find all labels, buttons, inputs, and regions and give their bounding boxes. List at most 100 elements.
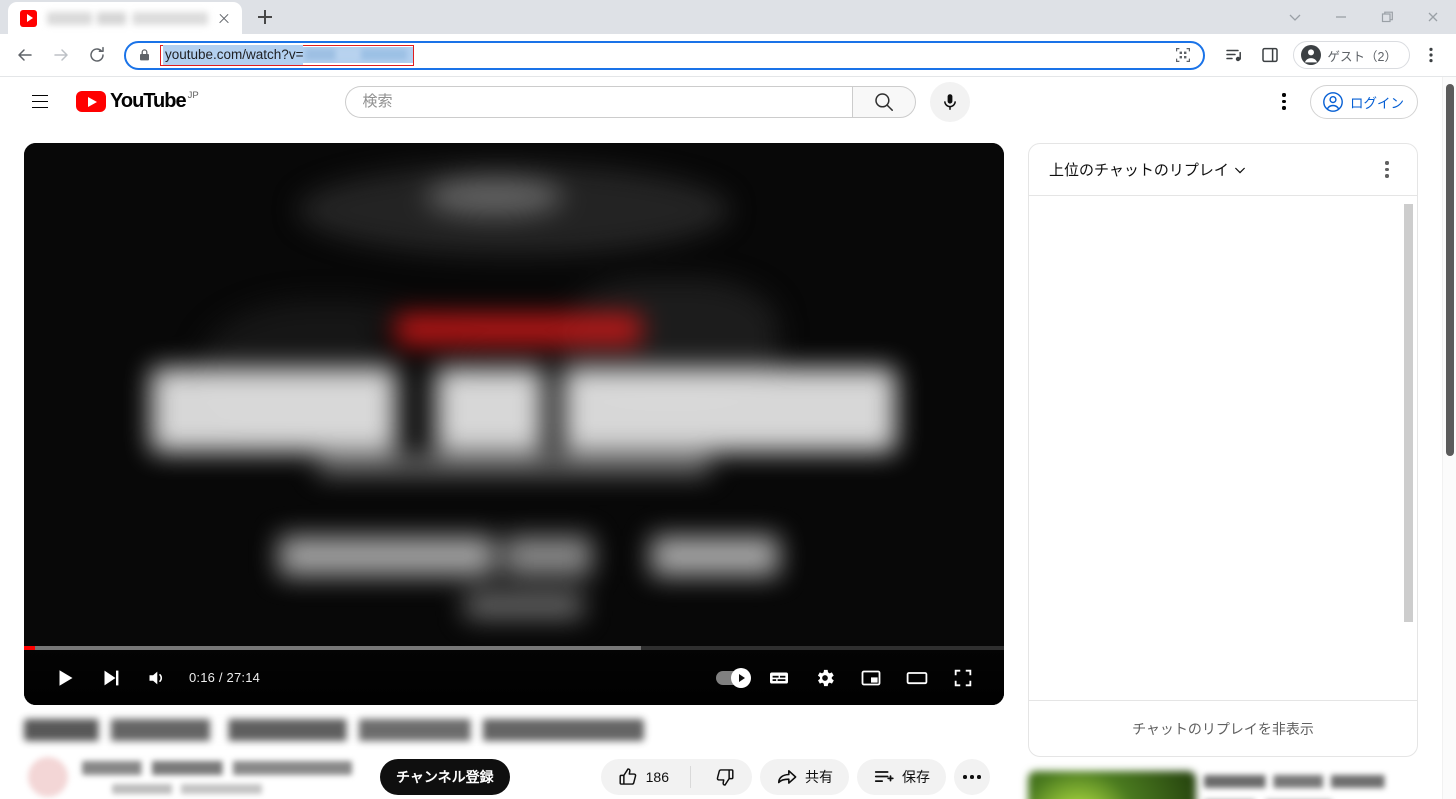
search-box[interactable] xyxy=(345,85,853,118)
forward-arrow-icon[interactable] xyxy=(46,40,76,70)
new-tab-button[interactable] xyxy=(248,0,282,34)
share-icon xyxy=(777,769,797,784)
dislike-button[interactable] xyxy=(698,759,752,795)
video-frame xyxy=(24,143,1004,705)
share-label: 共有 xyxy=(805,769,833,785)
browser-window: youtube.com/watch?v= ゲスト（2） YouTube JP 検… xyxy=(0,0,1456,799)
youtube-country-code: JP xyxy=(187,90,199,101)
url-text: youtube.com/watch?v= xyxy=(163,45,304,65)
volume-icon[interactable] xyxy=(134,655,180,701)
kebab-menu-icon[interactable] xyxy=(1264,82,1304,122)
suggested-thumbnail[interactable] xyxy=(1028,771,1196,799)
youtube-header: YouTube JP ログイン xyxy=(0,77,1442,126)
youtube-play-icon xyxy=(76,91,106,112)
chat-scrollbar-thumb[interactable] xyxy=(1404,204,1413,622)
suggested-video-item[interactable] xyxy=(1028,771,1418,799)
hide-chat-replay-button[interactable]: チャットのリプレイを非表示 xyxy=(1029,700,1417,756)
time-display: 0:16 / 27:14 xyxy=(189,670,261,685)
channel-name-blurred[interactable] xyxy=(82,760,352,775)
theater-mode-icon[interactable] xyxy=(894,655,940,701)
lock-icon xyxy=(138,48,151,62)
back-arrow-icon[interactable] xyxy=(10,40,40,70)
player-right-controls xyxy=(710,655,986,701)
microphone-icon xyxy=(944,93,957,110)
thumbs-down-icon xyxy=(716,769,734,786)
next-track-icon[interactable] xyxy=(88,655,134,701)
like-dislike-group: 186 xyxy=(600,759,752,795)
browser-toolbar: youtube.com/watch?v= ゲスト（2） xyxy=(0,34,1456,77)
close-icon[interactable] xyxy=(214,8,234,28)
gear-icon[interactable] xyxy=(802,655,848,701)
primary-column: 0:16 / 27:14 チャンネル登録 186 共有 保存 xyxy=(24,143,1004,799)
kebab-menu-icon[interactable] xyxy=(1369,152,1405,188)
suggested-title-blurred xyxy=(1204,775,1409,788)
secondary-column: 上位のチャットのリプレイ チャットのリプレイを非表示 xyxy=(1028,143,1418,799)
search-icon xyxy=(875,92,894,111)
channel-avatar[interactable] xyxy=(28,757,68,797)
chat-replay-panel: 上位のチャットのリプレイ チャットのリプレイを非表示 xyxy=(1028,143,1418,757)
youtube-wordmark: YouTube xyxy=(110,90,187,112)
search-button[interactable] xyxy=(852,85,917,118)
chat-replay-title-group[interactable]: 上位のチャットのリプレイ xyxy=(1049,159,1247,180)
header-right-actions: ログイン xyxy=(1264,82,1426,122)
voice-search-button[interactable] xyxy=(930,81,971,122)
more-actions-icon[interactable] xyxy=(954,759,990,795)
restore-icon[interactable] xyxy=(1364,0,1410,34)
side-panel-icon[interactable] xyxy=(1255,40,1285,70)
chevron-down-icon xyxy=(1234,167,1245,173)
search-input[interactable] xyxy=(362,93,853,110)
autoplay-toggle[interactable] xyxy=(710,655,756,701)
login-label: ログイン xyxy=(1349,95,1404,111)
share-button[interactable]: 共有 xyxy=(760,759,849,795)
player-controls: 0:16 / 27:14 xyxy=(24,650,1004,705)
chevron-down-icon[interactable] xyxy=(1272,0,1318,34)
reload-icon[interactable] xyxy=(82,40,112,70)
page-scrollbar[interactable] xyxy=(1442,77,1456,799)
page-scrollbar-thumb[interactable] xyxy=(1446,84,1454,456)
chat-replay-header: 上位のチャットのリプレイ xyxy=(1029,144,1417,196)
save-to-playlist-icon xyxy=(874,771,894,782)
channel-info xyxy=(82,760,352,794)
video-meta-row: チャンネル登録 186 共有 保存 xyxy=(24,757,1004,797)
video-blurred-content xyxy=(24,143,1004,705)
hamburger-icon[interactable] xyxy=(20,82,60,122)
qr-code-icon[interactable] xyxy=(1171,43,1195,67)
video-player[interactable]: 0:16 / 27:14 xyxy=(24,143,1004,705)
chat-replay-messages[interactable] xyxy=(1029,196,1417,700)
url-highlight-box: youtube.com/watch?v= xyxy=(160,44,415,66)
miniplayer-icon[interactable] xyxy=(848,655,894,701)
like-button[interactable]: 186 xyxy=(601,759,683,795)
address-bar[interactable]: youtube.com/watch?v= xyxy=(124,40,1205,70)
kebab-menu-icon[interactable] xyxy=(1416,40,1446,70)
like-count: 186 xyxy=(645,769,669,785)
chat-replay-title: 上位のチャットのリプレイ xyxy=(1049,162,1229,179)
save-button[interactable]: 保存 xyxy=(857,759,946,795)
profile-chip[interactable]: ゲスト（2） xyxy=(1292,41,1410,69)
main-content: 0:16 / 27:14 チャンネル登録 186 共有 保存 上位のチャットのリ… xyxy=(0,126,1442,799)
account-circle-icon xyxy=(1300,45,1321,65)
account-circle-icon xyxy=(1323,91,1343,112)
minimize-icon[interactable] xyxy=(1318,0,1364,34)
save-label: 保存 xyxy=(902,769,930,785)
profile-label: ゲスト（2） xyxy=(1327,49,1397,64)
tab-title-blurred xyxy=(47,11,208,25)
play-icon[interactable] xyxy=(42,655,88,701)
fullscreen-icon[interactable] xyxy=(940,655,986,701)
youtube-page: YouTube JP ログイン xyxy=(0,77,1442,799)
video-actions: 186 共有 保存 xyxy=(600,759,1004,795)
browser-tab[interactable] xyxy=(8,2,242,34)
subscribe-button[interactable]: チャンネル登録 xyxy=(380,759,510,795)
youtube-logo[interactable]: YouTube JP xyxy=(76,90,199,112)
url-redacted-segment xyxy=(303,47,414,63)
youtube-favicon xyxy=(20,9,37,27)
login-button[interactable]: ログイン xyxy=(1309,84,1418,119)
thumbs-up-icon xyxy=(619,768,636,785)
close-icon[interactable] xyxy=(1410,0,1456,34)
subtitles-icon[interactable] xyxy=(756,655,802,701)
window-controls xyxy=(1272,0,1456,34)
action-divider xyxy=(690,766,691,788)
suggested-text xyxy=(1204,771,1418,799)
media-playlist-icon[interactable] xyxy=(1219,40,1249,70)
tab-strip xyxy=(0,0,1456,34)
search-area xyxy=(345,81,971,122)
